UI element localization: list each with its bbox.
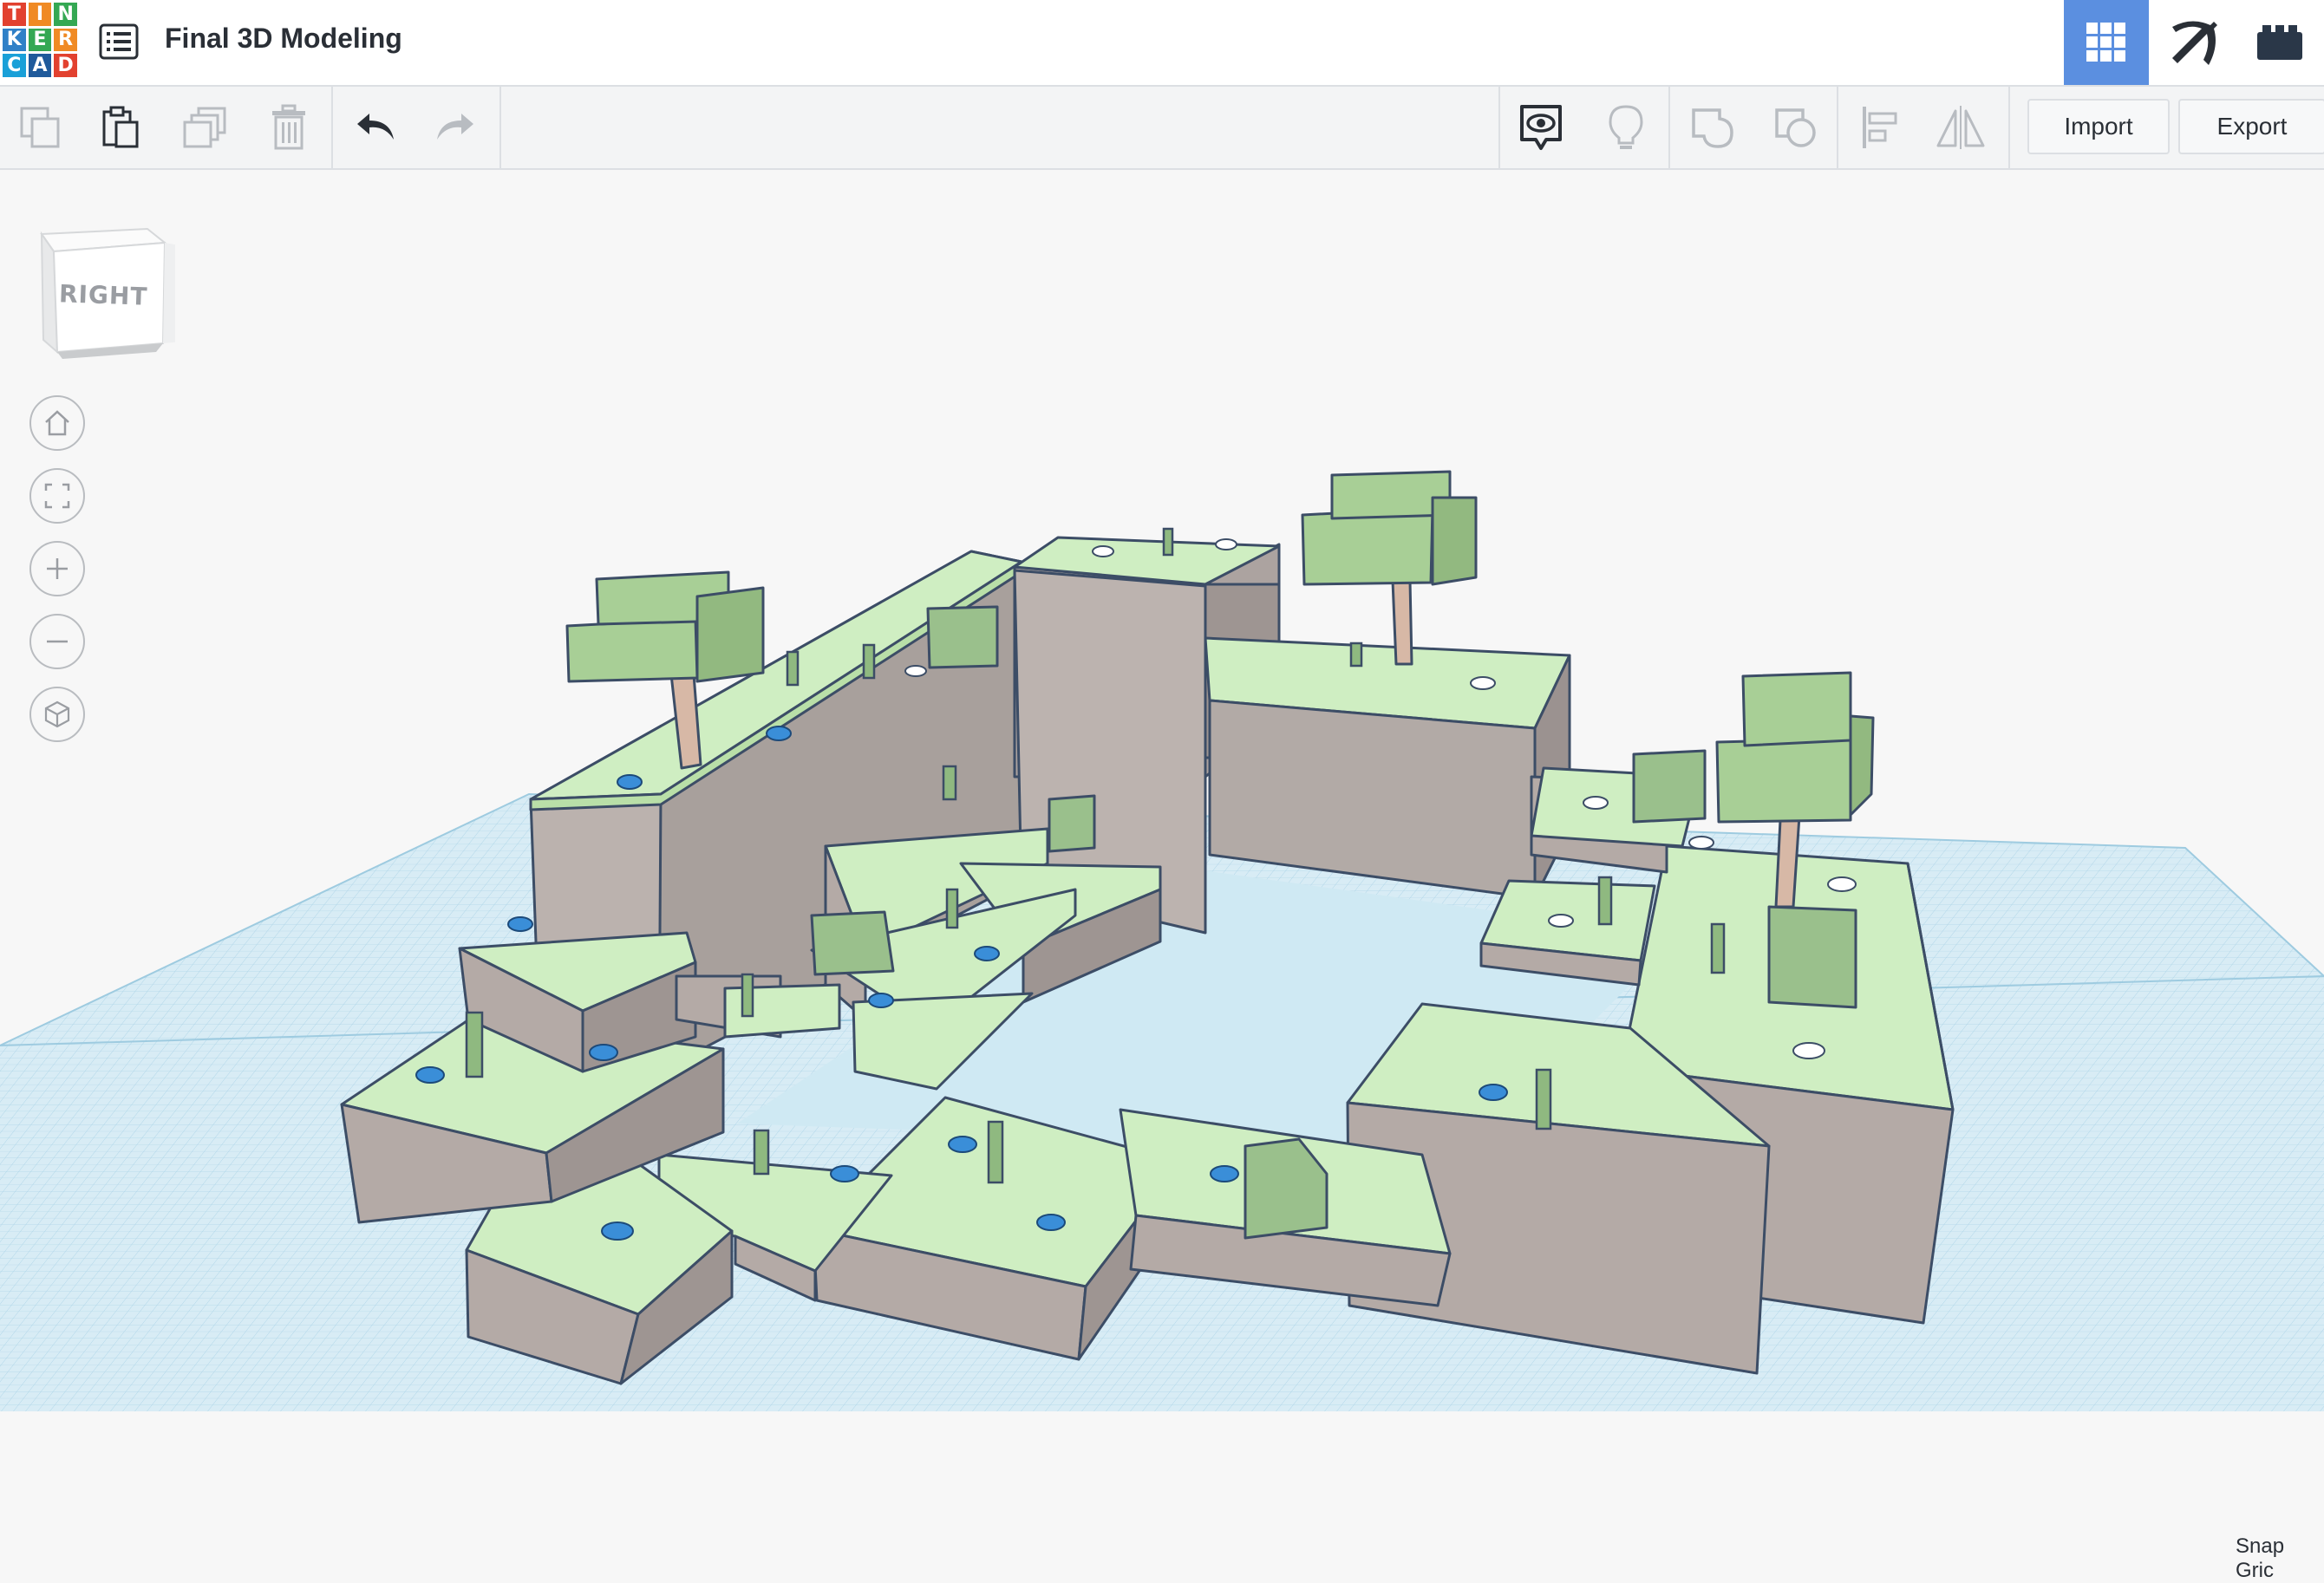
- toolbar-divider: [331, 87, 333, 168]
- paste-button[interactable]: [92, 99, 149, 156]
- top-bar: T I N K E R C A D Final 3D Modeling: [0, 0, 2324, 87]
- toolbar-divider: [499, 87, 501, 168]
- align-icon: [1863, 107, 1897, 148]
- projects-list-button[interactable]: [97, 21, 140, 62]
- zoom-in-button[interactable]: [29, 541, 85, 596]
- 3d-design-mode-button[interactable]: [2064, 0, 2149, 85]
- import-button[interactable]: Import: [2027, 99, 2170, 154]
- duplicate-icon: [183, 107, 226, 148]
- redo-button[interactable]: [427, 99, 484, 156]
- logo-letter: I: [28, 3, 52, 26]
- undo-icon: [357, 114, 394, 140]
- redo-icon: [437, 114, 473, 140]
- home-view-button[interactable]: [29, 395, 85, 451]
- 3d-viewport[interactable]: RIGHT Snap Gric: [0, 170, 2324, 1582]
- ortho-view-button[interactable]: [29, 687, 85, 742]
- edit-toolbar: Import Export: [0, 87, 2324, 170]
- show-all-icon: [1520, 105, 1562, 150]
- toolbar-divider: [2008, 87, 2010, 168]
- workplane-scene[interactable]: [0, 170, 2324, 1411]
- logo-letter: N: [54, 3, 77, 26]
- group-button[interactable]: [1684, 99, 1741, 156]
- ungroup-icon: [1775, 108, 1816, 147]
- zoom-out-button[interactable]: [29, 614, 85, 669]
- delete-icon: [272, 104, 305, 150]
- mirror-button[interactable]: [1932, 99, 1989, 156]
- view-cube-label[interactable]: RIGHT: [58, 279, 148, 311]
- group-icon: [1692, 108, 1733, 148]
- zoom-in-icon: [47, 558, 68, 579]
- ortho-view-icon: [44, 700, 70, 728]
- list-icon: [99, 23, 139, 60]
- logo-letter: D: [54, 54, 77, 77]
- paste-icon: [102, 106, 139, 148]
- logo-letter: K: [3, 28, 26, 52]
- logo-letter: R: [54, 28, 77, 52]
- bricks-mode-button[interactable]: [2237, 0, 2322, 85]
- zoom-out-icon: [47, 640, 68, 643]
- fit-view-button[interactable]: [29, 468, 85, 524]
- brick-icon: [2257, 25, 2302, 60]
- logo-letter: T: [3, 3, 26, 26]
- notes-button[interactable]: [1597, 99, 1655, 156]
- project-title[interactable]: Final 3D Modeling: [165, 23, 402, 55]
- fit-view-icon: [44, 483, 70, 509]
- logo-letter: C: [3, 54, 26, 77]
- undo-button[interactable]: [347, 99, 404, 156]
- align-button[interactable]: [1851, 99, 1908, 156]
- tinkercad-logo[interactable]: T I N K E R C A D: [0, 0, 80, 80]
- delete-button[interactable]: [260, 99, 317, 156]
- copy-button[interactable]: [12, 99, 69, 156]
- logo-letter: A: [28, 54, 52, 77]
- toolbar-divider: [1837, 87, 1838, 168]
- home-view-icon: [45, 410, 69, 436]
- logo-letter: E: [28, 28, 52, 52]
- toolbar-divider: [1498, 87, 1500, 168]
- copy-icon: [20, 107, 60, 148]
- minecraft-mode-button[interactable]: [2151, 0, 2236, 85]
- light-bulb-icon: [1609, 105, 1643, 149]
- toolbar-divider: [1668, 87, 1670, 168]
- grid-icon: [2086, 23, 2125, 62]
- snap-grid-label[interactable]: Snap Gric: [2236, 1534, 2324, 1583]
- pickaxe-icon: [2172, 21, 2217, 65]
- mirror-icon: [1936, 106, 1985, 149]
- duplicate-button[interactable]: [177, 99, 234, 156]
- ungroup-button[interactable]: [1767, 99, 1825, 156]
- export-button[interactable]: Export: [2178, 99, 2324, 154]
- show-all-button[interactable]: [1512, 99, 1570, 156]
